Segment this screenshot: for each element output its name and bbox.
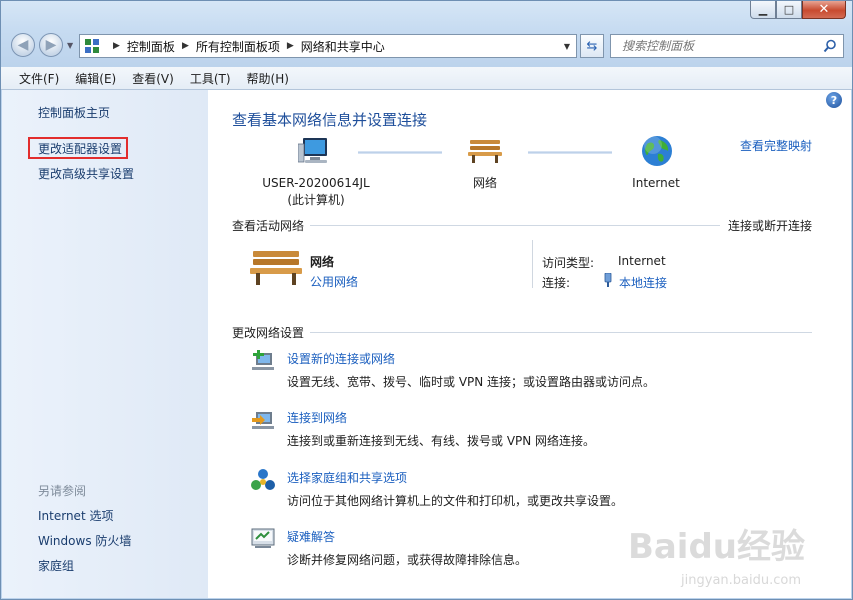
- task-troubleshoot-link[interactable]: 疑难解答: [287, 528, 335, 545]
- section-divider: [310, 225, 720, 226]
- breadcrumb-separator-icon: ▶: [286, 41, 294, 51]
- sidebar-firewall-link[interactable]: Windows 防火墙: [38, 532, 131, 549]
- connection-line: [358, 151, 442, 154]
- ethernet-icon: [604, 273, 612, 287]
- globe-icon: [642, 136, 672, 166]
- task-homegroup-desc: 访问位于其他网络计算机上的文件和打印机，或更改共享设置。: [287, 494, 624, 508]
- breadcrumb-network-center[interactable]: 网络和共享中心: [301, 38, 385, 55]
- arrow-right-icon: ▶: [45, 37, 57, 53]
- caption-buttons: ▁ □ ✕: [750, 1, 846, 19]
- breadcrumb-all-items[interactable]: 所有控制面板项: [196, 38, 280, 55]
- address-dropdown[interactable]: ▼: [564, 42, 570, 51]
- bench-icon: [468, 140, 502, 163]
- control-panel-icon: [85, 39, 99, 53]
- maximize-button[interactable]: □: [776, 1, 802, 19]
- menu-help[interactable]: 帮助(H): [239, 70, 297, 87]
- bench-icon: [250, 251, 302, 285]
- menu-bar: 文件(F) 编辑(E) 查看(V) 工具(T) 帮助(H): [1, 67, 852, 90]
- navigation-bar: ◀ ▶ ▼ ▶ 控制面板 ▶ 所有控制面板项 ▶ 网络和共享中心 ▼ ⇆: [9, 31, 844, 61]
- see-also-heading: 另请参阅: [38, 484, 87, 498]
- task-troubleshoot-desc: 诊断并修复网络问题，或获得故障排除信息。: [287, 553, 528, 567]
- computer-subtitle: (此计算机): [287, 193, 345, 207]
- page-title: 查看基本网络信息并设置连接: [232, 111, 428, 129]
- main-panel: ? 查看基本网络信息并设置连接 查看完整映射 USER-20200614JL (…: [208, 90, 851, 598]
- view-full-map-link[interactable]: 查看完整映射: [740, 137, 812, 154]
- computer-icon: [298, 138, 327, 163]
- recent-pages-dropdown[interactable]: ▼: [67, 41, 73, 50]
- connect-network-icon: [252, 412, 274, 429]
- network-type-link[interactable]: 公用网络: [310, 273, 358, 290]
- task-homegroup-link[interactable]: 选择家庭组和共享选项: [287, 469, 407, 486]
- sidebar-advanced-sharing-link[interactable]: 更改高级共享设置: [38, 165, 134, 182]
- content-area: 控制面板主页 更改适配器设置 更改高级共享设置 另请参阅 Internet 选项…: [2, 90, 851, 598]
- arrow-left-icon: ◀: [17, 37, 29, 53]
- task-connect-network-desc: 连接到或重新连接到无线、有线、拨号或 VPN 网络连接。: [287, 434, 596, 448]
- help-icon[interactable]: ?: [826, 92, 842, 108]
- computer-name: USER-20200614JL: [262, 176, 370, 190]
- control-panel-window: ▁ □ ✕ ◀ ▶ ▼ ▶ 控制面板 ▶ 所有控制面板项 ▶ 网络和共享中心 ▼: [0, 0, 853, 600]
- minimize-button[interactable]: ▁: [750, 1, 776, 19]
- menu-edit[interactable]: 编辑(E): [67, 70, 124, 87]
- sidebar-internet-options-link[interactable]: Internet 选项: [38, 507, 113, 524]
- active-networks-heading: 查看活动网络: [232, 219, 305, 233]
- computer-name-label: USER-20200614JL (此计算机): [256, 175, 376, 209]
- search-input[interactable]: [620, 38, 820, 54]
- watermark-url: jingyan.baidu.com: [681, 573, 801, 588]
- address-bar[interactable]: ▶ 控制面板 ▶ 所有控制面板项 ▶ 网络和共享中心 ▼: [79, 34, 577, 58]
- task-new-connection-link[interactable]: 设置新的连接或网络: [287, 350, 395, 367]
- active-network-name: 网络: [310, 255, 335, 269]
- connection-line: [528, 151, 612, 154]
- access-type-label: 访问类型:: [542, 256, 595, 270]
- internet-node-label: Internet: [632, 176, 680, 190]
- task-new-connection-desc: 设置无线、宽带、拨号、临时或 VPN 连接；或设置路由器或访问点。: [287, 375, 656, 389]
- menu-file[interactable]: 文件(F): [11, 70, 67, 87]
- sidebar-change-adapter-link[interactable]: 更改适配器设置: [38, 140, 122, 157]
- refresh-icon: ⇆: [586, 38, 598, 54]
- vertical-divider: [532, 240, 533, 288]
- refresh-button[interactable]: ⇆: [580, 34, 604, 58]
- new-connection-icon: [252, 350, 274, 370]
- task-connect-network-link[interactable]: 连接到网络: [287, 409, 347, 426]
- breadcrumb-separator-icon: ▶: [181, 41, 189, 51]
- menu-view[interactable]: 查看(V): [124, 70, 182, 87]
- sidebar-home-link[interactable]: 控制面板主页: [38, 104, 110, 121]
- back-button[interactable]: ◀: [11, 33, 35, 57]
- section-divider: [310, 332, 812, 333]
- network-node-label: 网络: [472, 176, 497, 190]
- change-settings-heading: 更改网络设置: [232, 326, 305, 340]
- menu-tools[interactable]: 工具(T): [182, 70, 239, 87]
- search-icon[interactable]: [823, 39, 837, 53]
- sidebar-homegroup-link[interactable]: 家庭组: [38, 557, 74, 574]
- access-type-value: Internet: [618, 254, 666, 268]
- connect-disconnect-link[interactable]: 连接或断开连接: [728, 217, 812, 234]
- forward-button[interactable]: ▶: [39, 33, 63, 57]
- local-connection-link[interactable]: 本地连接: [619, 274, 667, 291]
- homegroup-icon: [251, 469, 275, 490]
- search-box[interactable]: [610, 34, 844, 58]
- breadcrumb-control-panel[interactable]: 控制面板: [127, 38, 175, 55]
- troubleshoot-icon: [251, 528, 275, 548]
- watermark-logo: Baidu经验: [627, 527, 805, 567]
- sidebar: 控制面板主页 更改适配器设置 更改高级共享设置 另请参阅 Internet 选项…: [2, 90, 208, 598]
- connection-label: 连接:: [542, 276, 571, 290]
- breadcrumb-separator-icon: ▶: [113, 41, 120, 51]
- close-button[interactable]: ✕: [802, 1, 846, 19]
